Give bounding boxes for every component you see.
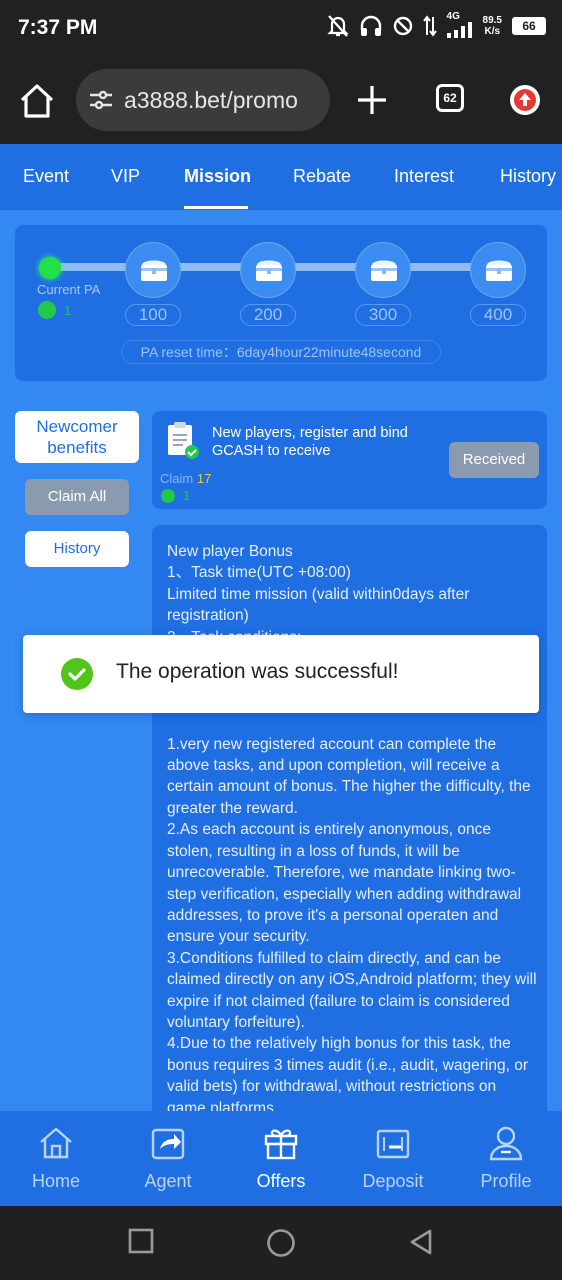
nav-offers[interactable]: Offers bbox=[225, 1111, 337, 1206]
nav-deposit-label: Deposit bbox=[362, 1171, 424, 1191]
pa-current-label: Current PA bbox=[37, 282, 101, 297]
task-reward: 1 bbox=[161, 488, 190, 503]
status-time: 7:37 PM bbox=[18, 16, 98, 39]
status-icons: 4G 89.5 K/s 66 bbox=[326, 11, 546, 38]
treasure-chest-icon bbox=[141, 260, 167, 281]
active-tab-indicator bbox=[184, 206, 248, 209]
bolt-icon bbox=[161, 488, 175, 503]
pa-current-count: 1 bbox=[64, 302, 72, 318]
bolt-icon bbox=[38, 301, 56, 319]
browser-toolbar: a3888.bet/promo 62 bbox=[0, 56, 562, 144]
tab-rebate[interactable]: Rebate bbox=[293, 166, 351, 187]
history-button[interactable]: History bbox=[25, 531, 129, 567]
tab-mission[interactable]: Mission bbox=[184, 166, 251, 187]
pa-reset-time: PA reset time：6day4hour22minute48second bbox=[121, 340, 441, 364]
clipboard-check-icon bbox=[168, 422, 199, 459]
net-speed: 89.5 K/s bbox=[483, 15, 502, 37]
task-title: New players, register and bind GCASH to … bbox=[212, 425, 408, 459]
pa-chest-300[interactable] bbox=[355, 242, 411, 298]
claim-all-button[interactable]: Claim All bbox=[25, 479, 129, 515]
signal-icon: 4G bbox=[446, 11, 473, 38]
browser-update-icon[interactable] bbox=[510, 85, 540, 115]
url-text[interactable]: a3888.bet/promo bbox=[124, 87, 298, 114]
toast-message: The operation was successful! bbox=[116, 660, 399, 683]
mission-description: New player Bonus 1、Task time(UTC +08:00)… bbox=[152, 525, 547, 1145]
pa-milestone-200: 200 bbox=[240, 304, 296, 326]
wallet-icon bbox=[376, 1129, 410, 1159]
android-home-icon[interactable] bbox=[266, 1228, 296, 1258]
pa-chest-100[interactable] bbox=[125, 242, 181, 298]
blocked-icon bbox=[393, 16, 412, 36]
received-button[interactable]: Received bbox=[449, 442, 539, 478]
new-tab-icon[interactable] bbox=[354, 82, 390, 118]
treasure-chest-icon bbox=[486, 260, 512, 281]
nav-agent-label: Agent bbox=[144, 1171, 192, 1191]
pa-milestone-400: 400 bbox=[470, 304, 526, 326]
muted-bell-icon bbox=[326, 15, 349, 37]
tab-interest[interactable]: Interest bbox=[394, 166, 454, 187]
nav-home[interactable]: Home bbox=[0, 1111, 112, 1206]
net-speed-unit: K/s bbox=[484, 26, 501, 37]
data-transfer-icon bbox=[422, 15, 437, 37]
pa-chest-200[interactable] bbox=[240, 242, 296, 298]
status-bar: 7:37 PM 4G 89.5 K/s 66 bbox=[0, 0, 562, 56]
network-type: 4G bbox=[446, 11, 460, 22]
treasure-chest-icon bbox=[371, 260, 397, 281]
bottom-nav: Home Agent Offers Deposit Profile bbox=[0, 1111, 562, 1206]
site-settings-icon[interactable] bbox=[88, 89, 114, 111]
success-toast: The operation was successful! bbox=[23, 635, 539, 713]
back-icon[interactable] bbox=[408, 1228, 434, 1256]
newcomer-benefits-button[interactable]: Newcomer benefits bbox=[15, 411, 139, 463]
android-navigation-bar bbox=[0, 1206, 562, 1280]
tab-switcher-button[interactable]: 62 bbox=[436, 84, 464, 112]
profile-icon bbox=[489, 1126, 523, 1161]
tab-vip[interactable]: VIP bbox=[111, 166, 140, 187]
pa-chest-400[interactable] bbox=[470, 242, 526, 298]
pa-milestone-300: 300 bbox=[355, 304, 411, 326]
nav-deposit[interactable]: Deposit bbox=[337, 1111, 449, 1206]
task-claim-count: Claim 17 bbox=[160, 471, 211, 486]
share-icon bbox=[151, 1128, 185, 1160]
claim-label: Claim bbox=[160, 471, 194, 486]
mission-description-text: New player Bonus 1、Task time(UTC +08:00)… bbox=[167, 543, 537, 1117]
nav-profile-label: Profile bbox=[480, 1171, 532, 1191]
claim-value: 17 bbox=[196, 471, 212, 486]
task-card: New players, register and bind GCASH to … bbox=[152, 411, 547, 509]
home-icon bbox=[40, 1127, 72, 1159]
nav-offers-label: Offers bbox=[256, 1171, 306, 1191]
success-check-icon bbox=[61, 658, 93, 690]
task-reward-value: 1 bbox=[183, 488, 191, 503]
nav-home-label: Home bbox=[31, 1171, 80, 1191]
promo-tabs: Event VIP Mission Rebate Interest Histor… bbox=[0, 144, 562, 210]
treasure-chest-icon bbox=[256, 260, 282, 281]
headphones-icon bbox=[360, 15, 381, 36]
browser-home-icon[interactable] bbox=[18, 82, 56, 120]
nav-agent[interactable]: Agent bbox=[112, 1111, 224, 1206]
tab-history[interactable]: History bbox=[500, 166, 556, 187]
pa-current-value: 1 bbox=[38, 301, 71, 319]
url-bar[interactable]: a3888.bet/promo bbox=[76, 69, 330, 131]
recents-icon[interactable] bbox=[128, 1228, 154, 1254]
tab-event[interactable]: Event bbox=[23, 166, 69, 187]
pa-progress-card: Current PA 1 100 200 300 400 PA reset ti… bbox=[15, 225, 547, 381]
net-speed-value: 89.5 bbox=[482, 15, 502, 26]
nav-profile[interactable]: Profile bbox=[450, 1111, 562, 1206]
battery-icon: 66 bbox=[512, 17, 546, 35]
gift-icon bbox=[264, 1129, 298, 1160]
pa-milestone-100: 100 bbox=[125, 304, 181, 326]
pa-current-marker bbox=[39, 257, 61, 279]
promo-page: Event VIP Mission Rebate Interest Histor… bbox=[0, 144, 562, 1206]
